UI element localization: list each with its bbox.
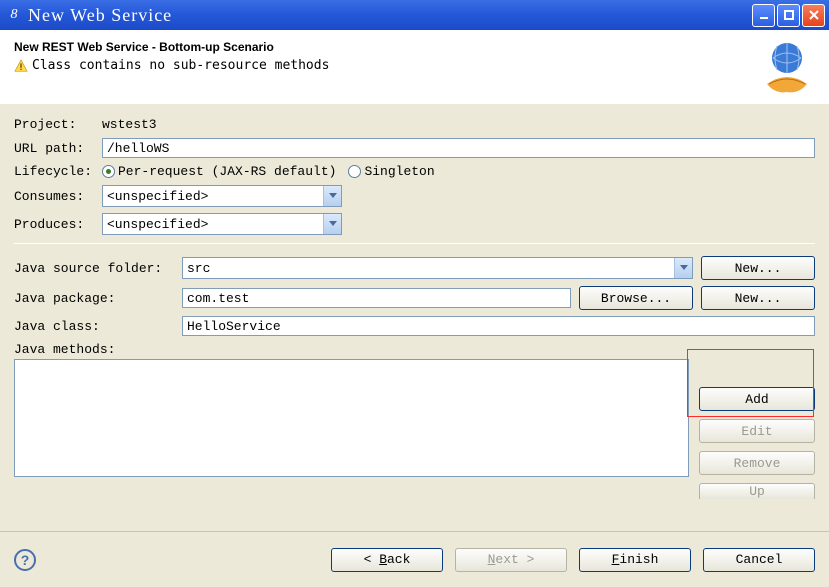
maximize-button[interactable]	[777, 4, 800, 27]
radio-checked-icon	[102, 165, 115, 178]
produces-label: Produces:	[14, 217, 102, 232]
add-method-button[interactable]: Add	[699, 387, 815, 411]
new-package-button[interactable]: New...	[701, 286, 815, 310]
help-button[interactable]: ?	[14, 549, 36, 571]
remove-method-button: Remove	[699, 451, 815, 475]
browse-package-button[interactable]: Browse...	[579, 286, 693, 310]
source-folder-label: Java source folder:	[14, 261, 174, 276]
project-value: wstest3	[102, 117, 157, 132]
next-button: Next >	[455, 548, 567, 572]
lifecycle-singleton[interactable]: Singleton	[348, 164, 434, 179]
class-label: Java class:	[14, 319, 174, 334]
title-bar: 8 New Web Service	[0, 0, 829, 30]
produces-combo[interactable]: <unspecified>	[102, 213, 342, 235]
wizard-header: New REST Web Service - Bottom-up Scenari…	[0, 30, 829, 105]
app-icon: 8	[6, 7, 22, 23]
lifecycle-label: Lifecycle:	[14, 164, 102, 179]
new-source-folder-button[interactable]: New...	[701, 256, 815, 280]
source-folder-combo[interactable]: src	[182, 257, 693, 279]
warning-text: Class contains no sub-resource methods	[32, 58, 329, 73]
consumes-value: <unspecified>	[107, 189, 208, 204]
close-button[interactable]	[802, 4, 825, 27]
wizard-footer: ? < Back Next > Finish Cancel	[0, 531, 829, 587]
dropdown-arrow-icon	[674, 258, 692, 278]
project-label: Project:	[14, 117, 102, 132]
per-request-label: Per-request (JAX-RS default)	[118, 164, 336, 179]
source-folder-value: src	[187, 261, 210, 276]
url-path-label: URL path:	[14, 141, 102, 156]
wizard-body: Project: wstest3 URL path: Lifecycle: Pe…	[0, 105, 829, 503]
back-button[interactable]: < Back	[331, 548, 443, 572]
produces-value: <unspecified>	[107, 217, 208, 232]
package-input[interactable]	[182, 288, 571, 308]
window-title: New Web Service	[28, 5, 752, 26]
help-icon: ?	[21, 552, 30, 568]
separator	[14, 243, 815, 244]
methods-list[interactable]	[14, 359, 689, 477]
url-path-input[interactable]	[102, 138, 815, 158]
radio-unchecked-icon	[348, 165, 361, 178]
methods-label: Java methods:	[14, 342, 174, 357]
singleton-label: Singleton	[364, 164, 434, 179]
wizard-title: New REST Web Service - Bottom-up Scenari…	[14, 40, 759, 54]
lifecycle-radio-group: Per-request (JAX-RS default) Singleton	[102, 164, 435, 179]
consumes-label: Consumes:	[14, 189, 102, 204]
dropdown-arrow-icon	[323, 186, 341, 206]
finish-button[interactable]: Finish	[579, 548, 691, 572]
edit-method-button: Edit	[699, 419, 815, 443]
up-method-button: Up	[699, 483, 815, 499]
class-input[interactable]	[182, 316, 815, 336]
warning-icon	[14, 59, 28, 73]
wizard-message: Class contains no sub-resource methods	[14, 58, 759, 73]
wizard-icon	[759, 40, 815, 96]
dropdown-arrow-icon	[323, 214, 341, 234]
window-buttons	[752, 4, 825, 27]
minimize-button[interactable]	[752, 4, 775, 27]
lifecycle-per-request[interactable]: Per-request (JAX-RS default)	[102, 164, 336, 179]
cancel-button[interactable]: Cancel	[703, 548, 815, 572]
package-label: Java package:	[14, 291, 174, 306]
consumes-combo[interactable]: <unspecified>	[102, 185, 342, 207]
